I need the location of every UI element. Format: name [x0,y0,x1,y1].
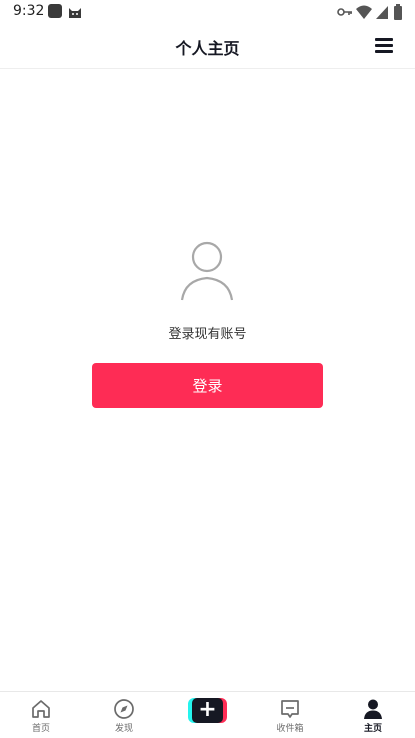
inbox-icon [281,700,299,718]
app-square-icon [48,4,62,18]
battery-icon [394,4,402,20]
nav-label-inbox: 收件箱 [276,724,304,734]
hamburger-menu-icon[interactable] [375,38,395,54]
login-button[interactable]: 登录 [92,363,323,408]
status-bar: 9:32 [0,0,415,24]
nav-item-inbox[interactable]: 收件箱 [260,692,320,738]
status-time: 9:32 [13,3,45,19]
create-plus-icon[interactable]: + [188,698,227,723]
profile-icon [364,699,382,719]
login-prompt: 登录现有账号 [168,327,247,342]
status-indicators [337,3,409,21]
nav-label-profile: 主页 [363,724,382,734]
nav-label-home: 首页 [31,724,50,734]
nav-item-discover[interactable]: 发现 [94,692,154,738]
home-icon [32,700,50,718]
key-icon [337,8,352,16]
user-avatar-icon [180,241,234,301]
page-title: 个人主页 [175,39,240,58]
nav-item-profile[interactable]: 主页 [343,692,403,738]
cat-icon [68,4,82,18]
nav-item-home[interactable]: 首页 [11,692,71,738]
bottom-nav: 首页 发现 + 收件箱 主页 [0,691,415,738]
signal-icon [376,6,388,19]
app-header: 个人主页 [0,24,415,69]
compass-icon [114,699,134,719]
wifi-icon [356,5,372,19]
nav-label-discover: 发现 [114,724,133,734]
